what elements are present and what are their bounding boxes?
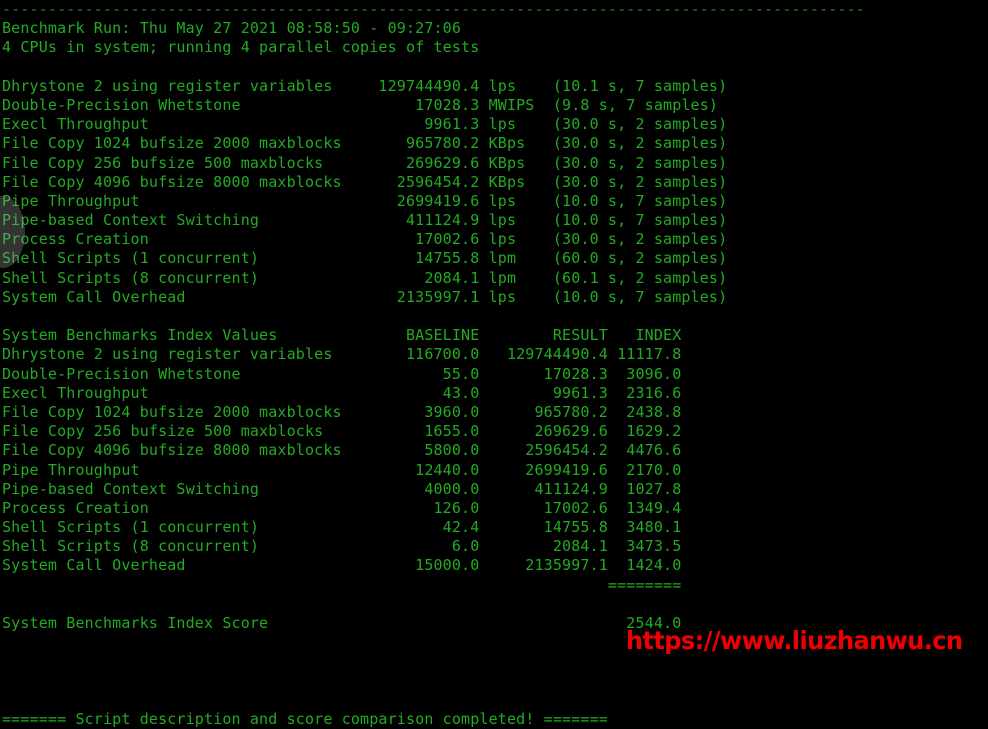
- terminal-window: ----------------------------------------…: [0, 0, 988, 728]
- raw-result-row: File Copy 1024 bufsize 2000 maxblocks 96…: [2, 134, 728, 153]
- index-values-row: Execl Throughput 43.0 9961.3 2316.6: [2, 383, 682, 402]
- raw-result-row: File Copy 4096 bufsize 8000 maxblocks 25…: [2, 172, 728, 191]
- index-values-row: System Call Overhead 15000.0 2135997.1 1…: [2, 556, 682, 575]
- top-divider-rule: ----------------------------------------…: [2, 0, 865, 18]
- raw-result-row: Double-Precision Whetstone 17028.3 MWIPS…: [2, 95, 719, 114]
- raw-result-row: Shell Scripts (1 concurrent) 14755.8 lpm…: [2, 249, 728, 268]
- raw-results-block: Dhrystone 2 using register variables 129…: [0, 77, 988, 307]
- raw-result-row: Pipe Throughput 2699419.6 lps (10.0 s, 7…: [2, 191, 728, 210]
- site-url-watermark: https://www.liuzhanwu.cn: [626, 626, 963, 655]
- raw-result-row: Shell Scripts (8 concurrent) 2084.1 lpm …: [2, 268, 728, 287]
- index-values-row: File Copy 1024 bufsize 2000 maxblocks 39…: [2, 402, 682, 421]
- benchmark-run-line: Benchmark Run: Thu May 27 2021 08:58:50 …: [2, 19, 462, 38]
- index-values-row: Dhrystone 2 using register variables 116…: [2, 345, 682, 364]
- index-values-row: Shell Scripts (1 concurrent) 42.4 14755.…: [2, 518, 682, 537]
- raw-result-row: Execl Throughput 9961.3 lps (30.0 s, 2 s…: [2, 115, 728, 134]
- index-values-block: Dhrystone 2 using register variables 116…: [0, 345, 988, 575]
- raw-result-row: System Call Overhead 2135997.1 lps (10.0…: [2, 287, 728, 306]
- cpu-count-line: 4 CPUs in system; running 4 parallel cop…: [2, 38, 480, 57]
- index-values-row: Shell Scripts (8 concurrent) 6.0 2084.1 …: [2, 537, 682, 556]
- raw-result-row: Pipe-based Context Switching 411124.9 lp…: [2, 211, 728, 230]
- index-values-row: Pipe Throughput 12440.0 2699419.6 2170.0: [2, 460, 682, 479]
- index-values-row: Pipe-based Context Switching 4000.0 4111…: [2, 479, 682, 498]
- index-values-row: File Copy 4096 bufsize 8000 maxblocks 58…: [2, 441, 682, 460]
- index-values-title-row: System Benchmarks Index Values BASELINE …: [2, 326, 682, 345]
- index-values-row: Double-Precision Whetstone 55.0 17028.3 …: [2, 364, 682, 383]
- raw-result-row: File Copy 256 bufsize 500 maxblocks 2696…: [2, 153, 728, 172]
- raw-result-row: Dhrystone 2 using register variables 129…: [2, 76, 728, 95]
- raw-result-row: Process Creation 17002.6 lps (30.0 s, 2 …: [2, 230, 728, 249]
- score-separator-rule: ========: [0, 576, 988, 595]
- score-separator-text: ========: [2, 575, 682, 594]
- index-values-header-row: System Benchmarks Index Values BASELINE …: [0, 326, 988, 345]
- completion-line: ======= Script description and score com…: [2, 709, 608, 728]
- index-values-row: Process Creation 126.0 17002.6 1349.4: [2, 498, 682, 517]
- index-values-row: File Copy 256 bufsize 500 maxblocks 1655…: [2, 422, 682, 441]
